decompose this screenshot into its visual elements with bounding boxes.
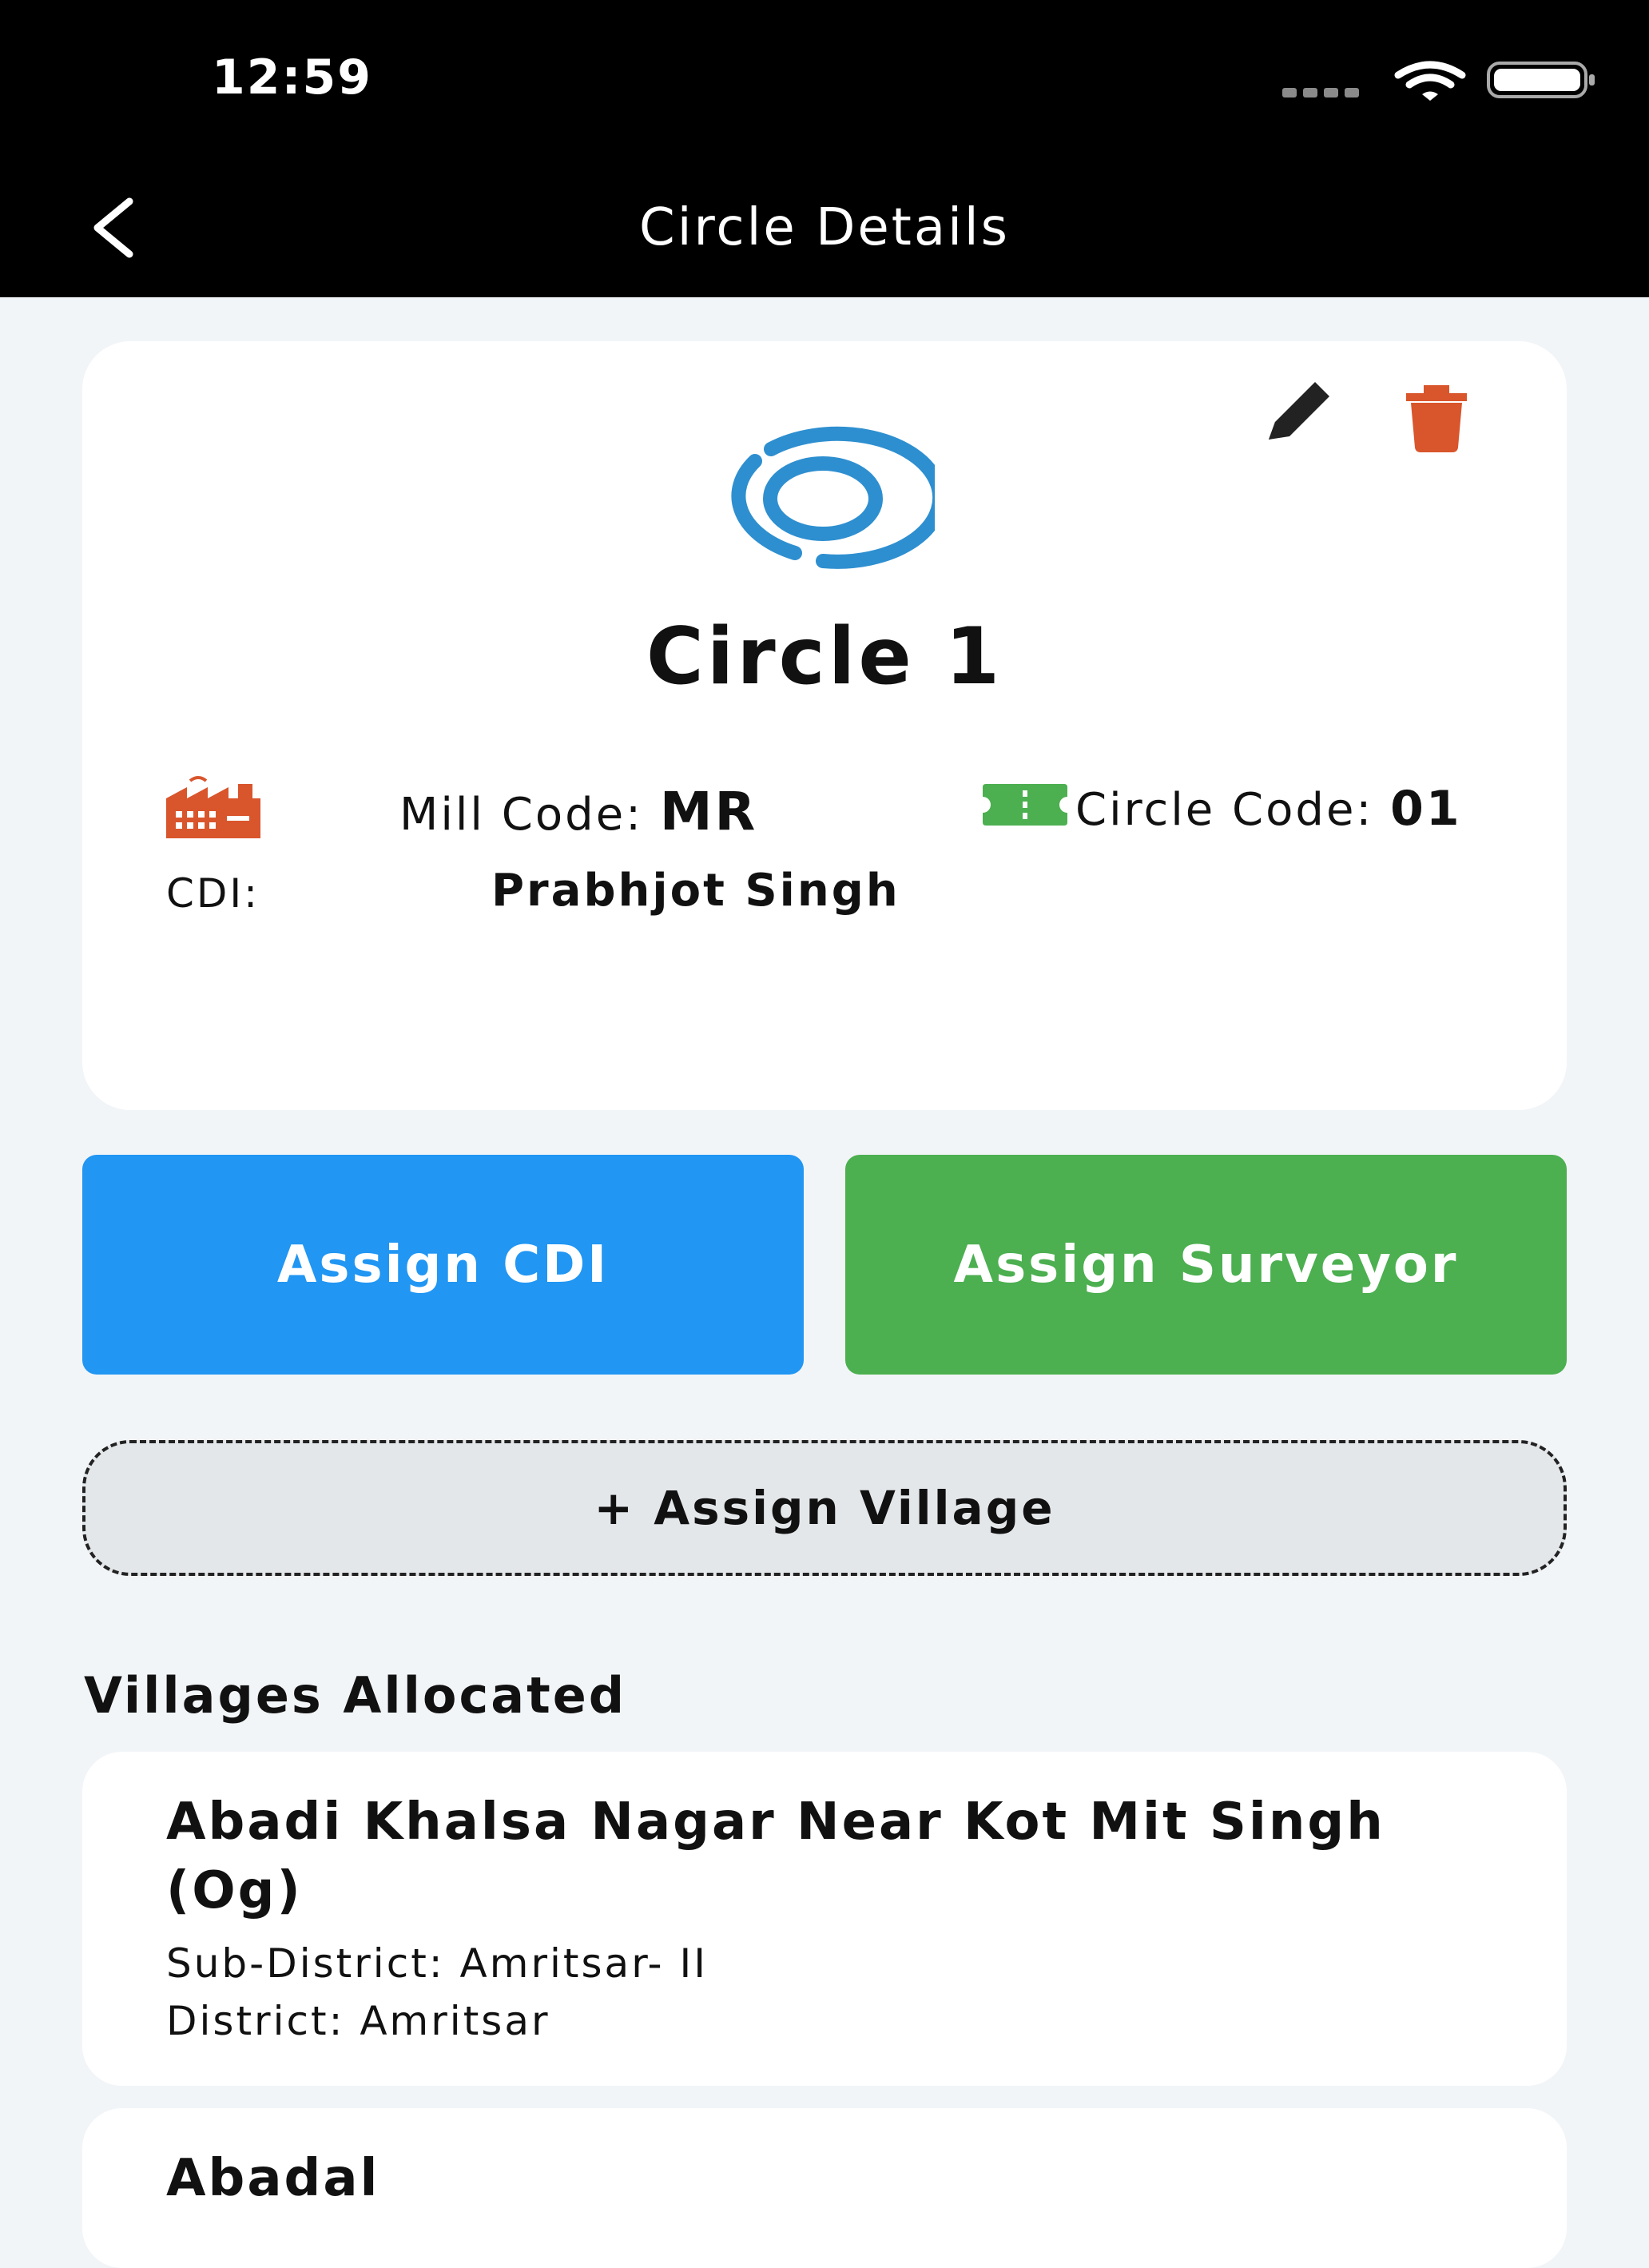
assign-village-button[interactable]: + Assign Village xyxy=(82,1440,1567,1576)
ticket-icon xyxy=(983,784,1067,826)
circle-code: Circle Code: 01 xyxy=(1075,781,1462,837)
cdi-label: CDI: xyxy=(166,870,260,917)
status-bar: 12:59 xyxy=(0,0,1649,160)
circle-code-value: 01 xyxy=(1390,781,1462,837)
village-name: Abadi Khalsa Nagar Near Kot Mit Singh (O… xyxy=(166,1793,1385,1920)
battery-icon xyxy=(1487,62,1595,98)
circle-name: Circle 1 xyxy=(646,611,1003,702)
circle-details-card: Circle 1 Mill Code: MR Circle Code: 01 C… xyxy=(82,341,1567,1110)
circle-code-label: Circle Code: xyxy=(1075,784,1374,836)
mill-code: Mill Code: MR xyxy=(399,781,757,842)
village-name: Abadal xyxy=(166,2149,380,2208)
cdi-value: Prabhjot Singh xyxy=(491,865,900,917)
villages-section-title: Villages Allocated xyxy=(84,1666,627,1725)
village-sub-district: Sub-District: Amritsar- II xyxy=(166,1940,708,1987)
codes-row: Mill Code: MR Circle Code: 01 xyxy=(166,773,1524,845)
status-time: 12:59 xyxy=(212,50,372,105)
village-list-item[interactable]: Abadal xyxy=(82,2108,1567,2268)
edit-button[interactable] xyxy=(1253,369,1341,457)
factory-icon xyxy=(166,776,260,838)
status-icons xyxy=(1282,58,1595,105)
assign-surveyor-button[interactable]: Assign Surveyor xyxy=(845,1155,1567,1375)
trash-icon xyxy=(1406,385,1467,452)
mill-code-value: MR xyxy=(659,781,758,842)
village-district: District: Amritsar xyxy=(166,1998,550,2044)
nav-bar: Circle Details xyxy=(0,160,1649,297)
page-title: Circle Details xyxy=(639,198,1010,257)
wifi-icon xyxy=(1394,61,1466,101)
circle-logo-icon xyxy=(731,426,935,569)
signal-icon xyxy=(1282,88,1362,97)
delete-button[interactable] xyxy=(1397,369,1476,457)
mill-code-label: Mill Code: xyxy=(399,789,644,841)
pencil-icon xyxy=(1269,382,1329,440)
assign-cdi-button[interactable]: Assign CDI xyxy=(82,1155,804,1375)
village-list-item[interactable]: Abadi Khalsa Nagar Near Kot Mit Singh (O… xyxy=(82,1752,1567,2086)
